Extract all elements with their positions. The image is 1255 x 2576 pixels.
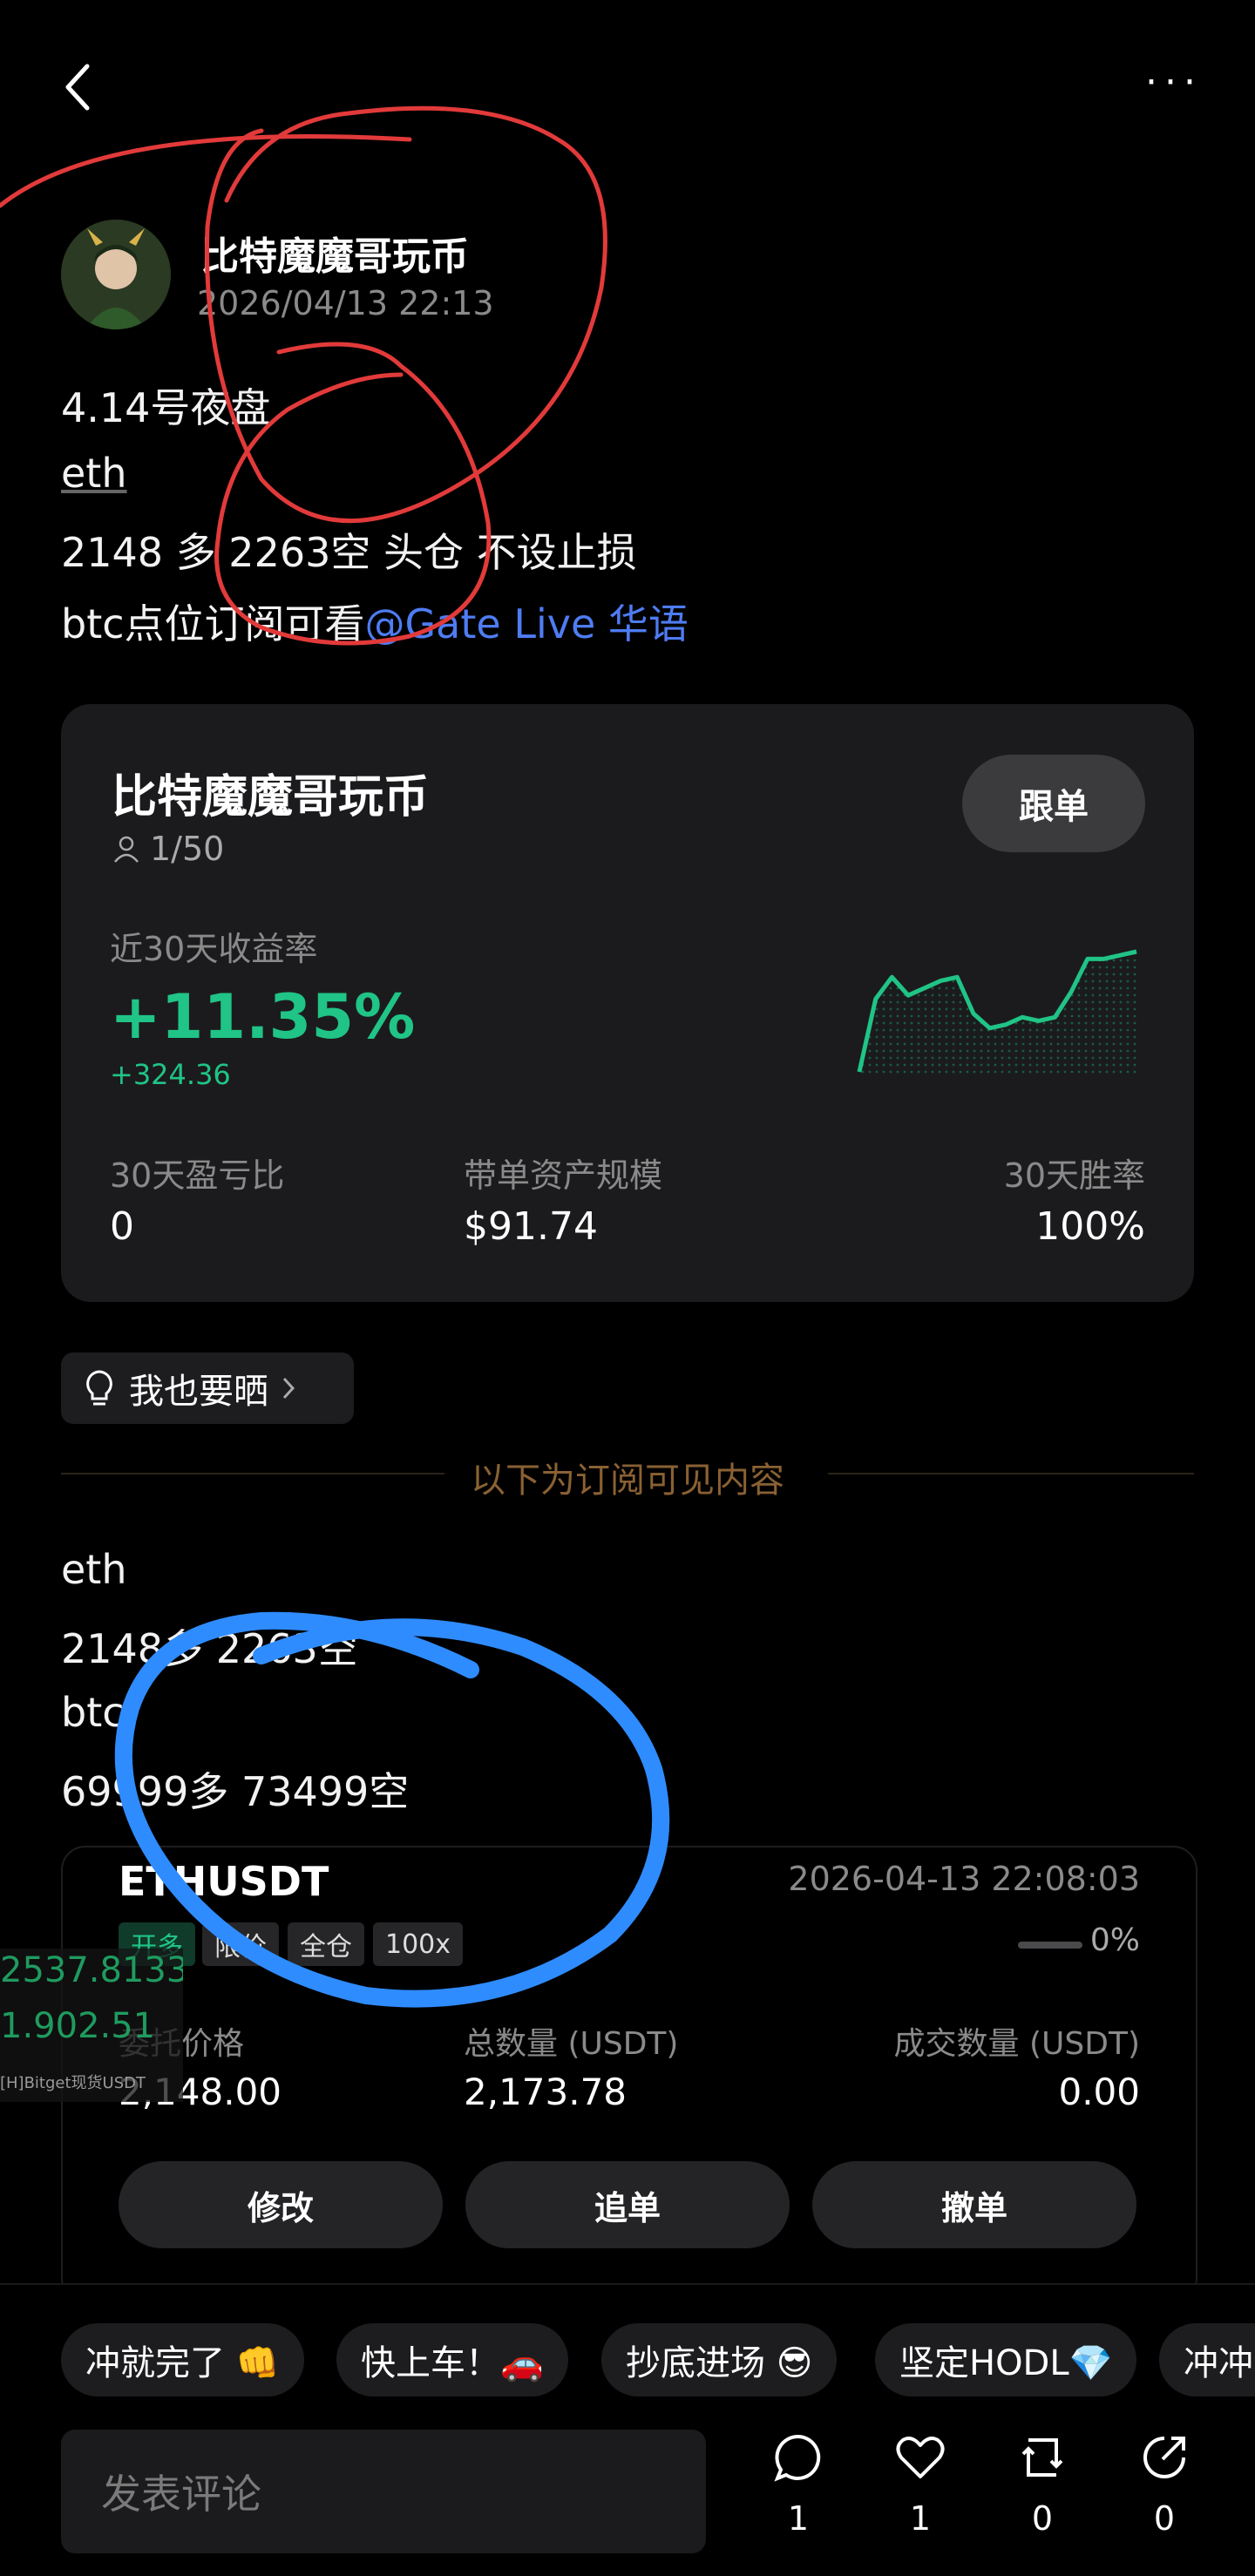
order-filled-label: 成交数量 (USDT) bbox=[893, 2026, 1140, 2062]
stat-label-pl-ratio: 30天盈亏比 bbox=[110, 1156, 285, 1195]
red-annotation-stroke bbox=[0, 134, 412, 208]
post-time: 2026/04/13 22:13 bbox=[197, 284, 494, 322]
cancel-order-button[interactable]: 撤单 bbox=[812, 2161, 1136, 2248]
order-time: 2026-04-13 22:08:03 bbox=[788, 1860, 1140, 1898]
like-count: 1 bbox=[909, 2499, 932, 2538]
more-menu-button[interactable]: ··· bbox=[1145, 64, 1203, 102]
order-tag-leverage: 100x bbox=[373, 1922, 464, 1966]
stat-label-winrate: 30天胜率 bbox=[1003, 1156, 1145, 1195]
stat-label-aum: 带单资产规模 bbox=[464, 1156, 663, 1195]
chevron-left-icon bbox=[65, 64, 90, 111]
order-total-value: 2,173.78 bbox=[464, 2071, 628, 2113]
order-filled-value: 0.00 bbox=[1058, 2071, 1140, 2113]
quick-reply-chip-2[interactable]: 快上车！🚗 bbox=[336, 2323, 568, 2396]
stat-value-pl-ratio: 0 bbox=[110, 1204, 134, 1249]
fill-progress-bar bbox=[1018, 1942, 1082, 1949]
copy-trade-button[interactable]: 跟单 bbox=[962, 755, 1145, 852]
order-tag-type: 限价 bbox=[202, 1922, 279, 1966]
share-count: 0 bbox=[1153, 2499, 1176, 2538]
share-too-button[interactable]: 我也要晒 bbox=[61, 1352, 354, 1424]
repost-action[interactable]: 0 bbox=[1007, 2431, 1077, 2538]
floating-price-ticker[interactable]: 2537.8133. 1.902.51 [H]Bitget现货USDT bbox=[0, 1949, 183, 2102]
quick-reply-chip-3[interactable]: 抄底进场 😎 bbox=[601, 2323, 838, 2396]
order-card[interactable]: ETHUSDT 2026-04-13 22:08:03 开多 限价 全仓 100… bbox=[61, 1846, 1197, 2302]
mention-link[interactable]: @Gate Live 华语 bbox=[365, 600, 689, 647]
sparkline-area bbox=[859, 952, 1136, 1077]
comment-count: 1 bbox=[787, 2499, 810, 2538]
return-percentage: +11.35% bbox=[110, 981, 416, 1053]
trader-name: 比特魔魔哥玩币 bbox=[112, 771, 430, 824]
follower-count-value: 1/50 bbox=[150, 830, 225, 868]
ticker-line-1: 2537.8133. bbox=[0, 1950, 183, 1990]
share-too-label: 我也要晒 bbox=[129, 1372, 268, 1412]
comment-action[interactable]: 1 bbox=[763, 2431, 833, 2538]
lightbulb-icon bbox=[86, 1370, 112, 1406]
subscriber-line-4: 69999多 73499空 bbox=[61, 1768, 410, 1815]
author-name[interactable]: 比特魔魔哥玩币 bbox=[200, 225, 469, 281]
subscriber-line-3: btc bbox=[61, 1689, 125, 1736]
subscriber-line-1: eth bbox=[61, 1546, 127, 1593]
post-line-1: 4.14号夜盘 bbox=[61, 384, 271, 431]
return-sparkline-chart bbox=[857, 949, 1137, 1077]
post-line-4: btc点位订阅可看@Gate Live 华语 bbox=[61, 593, 689, 650]
share-action[interactable]: 0 bbox=[1130, 2431, 1199, 2538]
post-line-4-text: btc点位订阅可看 bbox=[61, 600, 365, 647]
post-line-3: 2148 多 2263空 头仓 不设止损 bbox=[61, 529, 637, 576]
quick-reply-chip-1[interactable]: 冲就完了 👊 bbox=[61, 2323, 304, 2396]
like-action[interactable]: 1 bbox=[885, 2431, 955, 2538]
share-icon bbox=[1143, 2437, 1185, 2478]
ticker-line-2: 1.902.51 bbox=[0, 2006, 156, 2046]
bottom-bar: 冲就完了 👊 快上车！🚗 抄底进场 😎 坚定HODL💎 冲冲 发表评论 1 1 … bbox=[0, 2283, 1255, 2576]
back-button[interactable] bbox=[61, 61, 96, 113]
order-total-label: 总数量 (USDT) bbox=[464, 2026, 679, 2062]
subscriber-line-2: 2148多 2263空 bbox=[61, 1625, 358, 1672]
subscriber-divider-label: 以下为订阅可见内容 bbox=[471, 1461, 784, 1501]
comment-input[interactable]: 发表评论 bbox=[61, 2430, 706, 2553]
chase-order-button[interactable]: 追单 bbox=[465, 2161, 790, 2248]
order-tag-margin: 全仓 bbox=[288, 1922, 364, 1966]
chevron-right-icon bbox=[282, 1377, 295, 1400]
follower-count: 1/50 bbox=[112, 830, 224, 868]
avatar[interactable] bbox=[61, 220, 171, 329]
quick-reply-chip-4[interactable]: 坚定HODL💎 bbox=[875, 2323, 1137, 2396]
trader-card[interactable]: 比特魔魔哥玩币 跟单 1/50 近30天收益率 +11.35% +324.36 … bbox=[61, 704, 1194, 1302]
user-icon bbox=[114, 836, 139, 863]
comment-icon bbox=[774, 2434, 821, 2482]
repost-count: 0 bbox=[1031, 2499, 1054, 2538]
stat-value-aum: $91.74 bbox=[464, 1204, 598, 1249]
return-label: 近30天收益率 bbox=[110, 930, 318, 968]
ticker-line-3: [H]Bitget现货USDT bbox=[0, 2074, 146, 2092]
return-absolute: +324.36 bbox=[110, 1058, 231, 1091]
stat-value-winrate: 100% bbox=[1035, 1204, 1145, 1249]
quick-reply-chip-5[interactable]: 冲冲 bbox=[1159, 2323, 1255, 2396]
modify-order-button[interactable]: 修改 bbox=[119, 2161, 443, 2248]
repost-icon bbox=[1021, 2438, 1063, 2477]
post-hashtag-eth[interactable]: eth bbox=[61, 450, 127, 497]
heart-icon bbox=[896, 2437, 945, 2478]
order-pair: ETHUSDT bbox=[119, 1858, 329, 1905]
fill-progress-value: 0% bbox=[1089, 1922, 1140, 1958]
